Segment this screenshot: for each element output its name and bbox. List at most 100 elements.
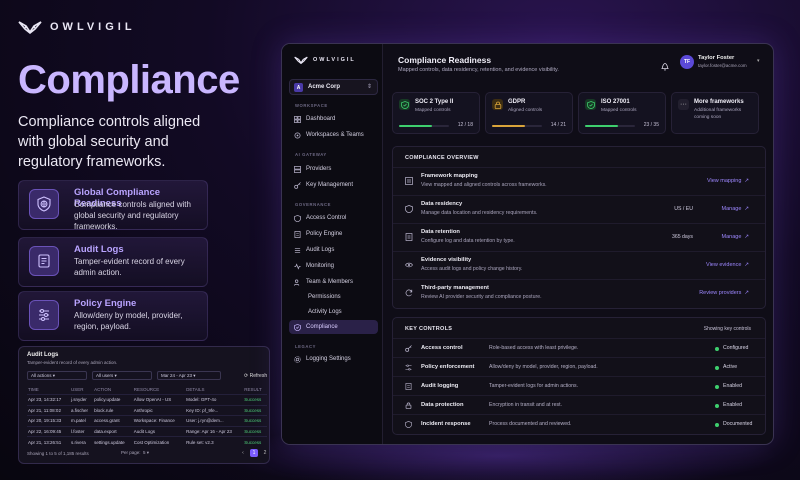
overview-row-third-party: Third-party management Review AI provide… (393, 279, 765, 307)
sidebar-item-compliance[interactable]: Compliance (289, 320, 378, 334)
manage-residency-link[interactable]: Manage ↗ (722, 206, 750, 212)
section-label: WORKSPACE (295, 103, 328, 108)
manage-retention-link[interactable]: Manage ↗ (722, 234, 750, 240)
row-desc: Manage data location and residency requi… (421, 210, 538, 216)
sidebar-item-workspaces[interactable]: Workspaces & Teams (289, 128, 378, 142)
row-desc: View mapped and aligned controls across … (421, 182, 547, 188)
sidebar-item-permissions[interactable]: Permissions (289, 290, 378, 304)
table-row[interactable]: Apr 20, 19:15:33 m.patel access.grant Works… (27, 415, 267, 427)
feature-card-policy-engine: Policy Engine Allow/deny by model, provi… (18, 291, 208, 341)
row-title: Data residency (421, 201, 463, 207)
cell: policy.update (93, 394, 133, 406)
more-dots-icon: ··· (678, 99, 689, 110)
progress-bar (585, 125, 635, 127)
control-title: Policy enforcement (421, 364, 475, 370)
control-row-audit-logging: Audit logging Tamper-evident logs for ad… (393, 376, 765, 395)
chevron-down-icon[interactable]: ▾ (757, 58, 760, 64)
workspaces-icon (294, 132, 301, 139)
hero-title: Compliance (18, 58, 240, 102)
sidebar-item-policy-engine[interactable]: Policy Engine (289, 227, 378, 241)
external-link-icon: ↗ (744, 262, 749, 268)
external-link-icon: ↗ (744, 206, 749, 212)
sidebar-item-team-members[interactable]: Team & Members (289, 275, 378, 289)
sidebar-item-dashboard[interactable]: Dashboard (289, 112, 378, 126)
bell-icon[interactable] (661, 58, 669, 76)
sidebar-item-label: Policy Engine (306, 231, 343, 237)
audit-subtitle: Tamper-evident record of every admin act… (27, 360, 118, 365)
cell: j.snyder (69, 394, 94, 406)
section-label: LEGACY (295, 344, 317, 349)
sidebar-item-activity-logs[interactable]: Activity Logs (289, 305, 378, 319)
cell: Apr 20, 19:15:33 (27, 415, 70, 427)
owl-logo-icon (294, 56, 308, 64)
refresh-label: Refresh (249, 373, 268, 379)
section-label: GOVERNANCE (295, 202, 332, 207)
row-title: Framework mapping (421, 173, 478, 179)
framework-card-more[interactable]: ··· More frameworks Additional framework… (671, 92, 759, 134)
sidebar-item-providers[interactable]: Providers (289, 162, 378, 176)
framework-card-soc2[interactable]: SOC 2 Type II Mapped controls 12 / 18 (392, 92, 480, 134)
cell: Success (243, 415, 267, 427)
view-evidence-link[interactable]: View evidence ↗ (706, 262, 749, 268)
table-row[interactable]: Apr 23, 14:32:17 j.snyder policy.update All… (27, 394, 267, 406)
org-switcher[interactable]: A Acme Corp ⇕ (289, 79, 378, 95)
column-header: DETAILS (186, 387, 205, 392)
sidebar-item-logging-settings[interactable]: Logging Settings (289, 352, 378, 366)
link-label: View evidence (706, 262, 742, 268)
sidebar-item-key-management[interactable]: Key Management (289, 178, 378, 192)
hero-subtitle: Compliance controls aligned with global … (18, 114, 201, 170)
cell: Anthropic (132, 404, 186, 416)
framework-name: GDPR (508, 99, 526, 105)
refresh-icon (405, 289, 413, 297)
progress-bar (399, 125, 449, 127)
row-value: 365 days (671, 234, 693, 240)
users-filter[interactable]: All users ▾ (92, 371, 152, 380)
status-badge: Documented (723, 421, 753, 427)
list-icon (405, 177, 413, 185)
shield-check-icon (399, 99, 410, 110)
brand-name: OWLVIGIL (50, 21, 136, 33)
table-row[interactable]: Apr 21, 11:08:02 a.fischer block.rule Anthr… (27, 404, 267, 416)
shield-icon (405, 205, 413, 213)
framework-card-gdpr[interactable]: GDPR Aligned controls 14 / 21 (485, 92, 573, 134)
review-providers-link[interactable]: Review providers ↗ (699, 290, 749, 296)
sidebar-item-access-control[interactable]: Access Control (289, 211, 378, 225)
progress-fill (492, 125, 526, 127)
cell: Cost Optimization (132, 436, 186, 447)
per-page-select[interactable]: Per page: 5 ▾ (121, 450, 149, 456)
framework-card-iso27001[interactable]: ISO 27001 Mapped controls 23 / 35 (578, 92, 666, 134)
cell: Apr 21, 11:08:02 (27, 404, 70, 416)
status-badge: Enabled (723, 383, 743, 389)
control-title: Audit logging (421, 383, 459, 389)
status-dot (715, 347, 719, 351)
prev-page-icon[interactable]: ‹ (239, 449, 247, 457)
external-link-icon: ↗ (744, 290, 749, 296)
status-badge: Configured (723, 345, 749, 351)
avatar[interactable]: TF (680, 55, 694, 69)
feature-title: Audit Logs (74, 244, 124, 255)
row-desc: Configure log and data retention by type… (421, 238, 515, 244)
date-range-filter[interactable]: Mar 24 - Apr 23 ▾ (157, 371, 221, 380)
progress-bar (492, 125, 542, 127)
document-list-icon (29, 246, 59, 276)
view-mapping-link[interactable]: View mapping ↗ (707, 178, 749, 184)
refresh-button[interactable]: ⟳ Refresh (244, 373, 267, 379)
sidebar-item-label: Access Control (306, 215, 347, 221)
row-title: Evidence visibility (421, 257, 472, 263)
cell: access.grant (93, 415, 133, 427)
table-row[interactable]: Apr 22, 16:09:45 l.foster data.export Audit… (27, 425, 267, 437)
sidebar-item-audit-logs[interactable]: Audit Logs (289, 243, 378, 257)
control-desc: Allow/deny by model, provider, region, p… (489, 364, 598, 370)
table-row[interactable]: Apr 21, 13:26:51 s.rivera settings.update C… (27, 436, 267, 447)
page-button[interactable]: 2 (261, 449, 269, 457)
per-page-value: 5 (143, 450, 146, 455)
cell: settings.update (93, 436, 133, 447)
sidebar-item-label: Workspaces & Teams (306, 132, 364, 138)
sliders-icon (29, 300, 59, 330)
cell: s.rivera (69, 436, 94, 447)
actions-filter[interactable]: All actions ▾ (27, 371, 87, 380)
sliders-icon (405, 364, 412, 371)
overview-row-data-residency: Data residency Manage data location and … (393, 195, 765, 223)
sidebar-item-monitoring[interactable]: Monitoring (289, 259, 378, 273)
page-button[interactable]: 1 (250, 449, 258, 457)
